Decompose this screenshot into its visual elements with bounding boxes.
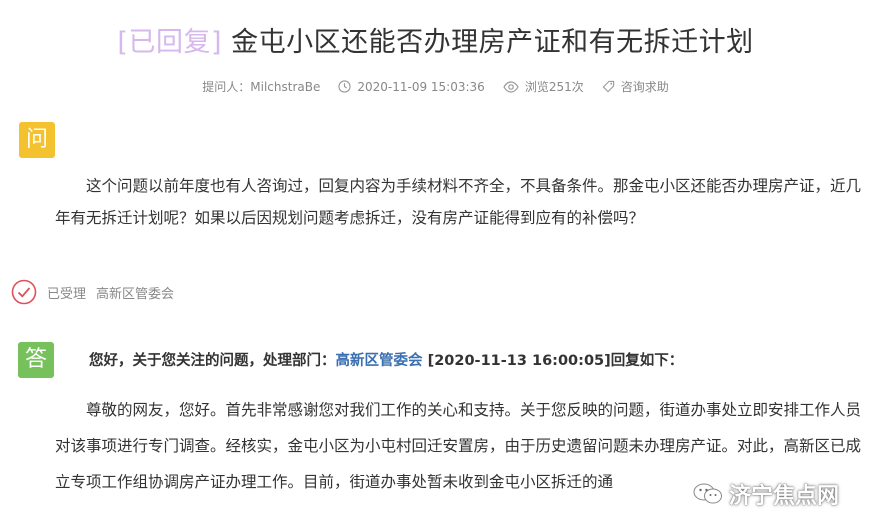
category-label: 咨询求助 xyxy=(620,80,669,94)
question-body: 这个问题以前年度也有人咨询过，回复内容为手续材料不齐全，不具备条件。那金屯小区还… xyxy=(55,170,863,234)
clock-icon xyxy=(338,80,351,93)
status-dept: 高新区管委会 xyxy=(96,286,175,302)
wechat-icon xyxy=(693,483,722,504)
answer-header-prefix: 您好，关于您关注的问题，处理部门： xyxy=(89,353,336,369)
answer-badge: 答 xyxy=(18,342,54,378)
post-datetime: 2020-11-09 15:03:36 xyxy=(357,79,485,94)
question-badge: 问 xyxy=(19,122,55,158)
status-state: 已受理 xyxy=(47,286,87,302)
post-time: 2020-11-09 15:03:36 xyxy=(338,79,485,94)
question-title: 金屯小区还能否办理房产证和有无拆迁计划 xyxy=(231,27,754,58)
answer-dept-link[interactable]: 高新区管委会 xyxy=(336,353,423,369)
asker: 提问人：MilchstraBe xyxy=(202,78,320,95)
views: 浏览251次 xyxy=(503,78,584,95)
asker-label: 提问人：MilchstraBe xyxy=(202,80,321,94)
question-text: 这个问题以前年度也有人咨询过，回复内容为手续材料不齐全，不具备条件。那金屯小区还… xyxy=(55,177,862,227)
tag-icon xyxy=(602,80,614,93)
answer-header: 您好，关于您关注的问题，处理部门：高新区管委会 [2020-11-13 16:0… xyxy=(89,349,683,370)
question-meta: 提问人：MilchstraBe 2020-11-09 15:03:36 浏览25… xyxy=(0,78,871,95)
watermark: 济宁焦点网 xyxy=(682,478,843,510)
handling-status: 已受理 高新区管委会 xyxy=(11,279,174,305)
watermark-text: 济宁焦点网 xyxy=(728,484,839,509)
check-circle-icon xyxy=(11,279,37,305)
reply-status-tag: [已回复] xyxy=(117,27,222,58)
page-title: [已回复] 金屯小区还能否办理房产证和有无拆迁计划 xyxy=(0,20,871,59)
answer-header-suffix: [2020-11-13 16:00:05]回复如下： xyxy=(427,353,684,369)
category[interactable]: 咨询求助 xyxy=(602,78,669,95)
view-count: 浏览251次 xyxy=(524,80,584,94)
eye-icon xyxy=(503,80,519,93)
